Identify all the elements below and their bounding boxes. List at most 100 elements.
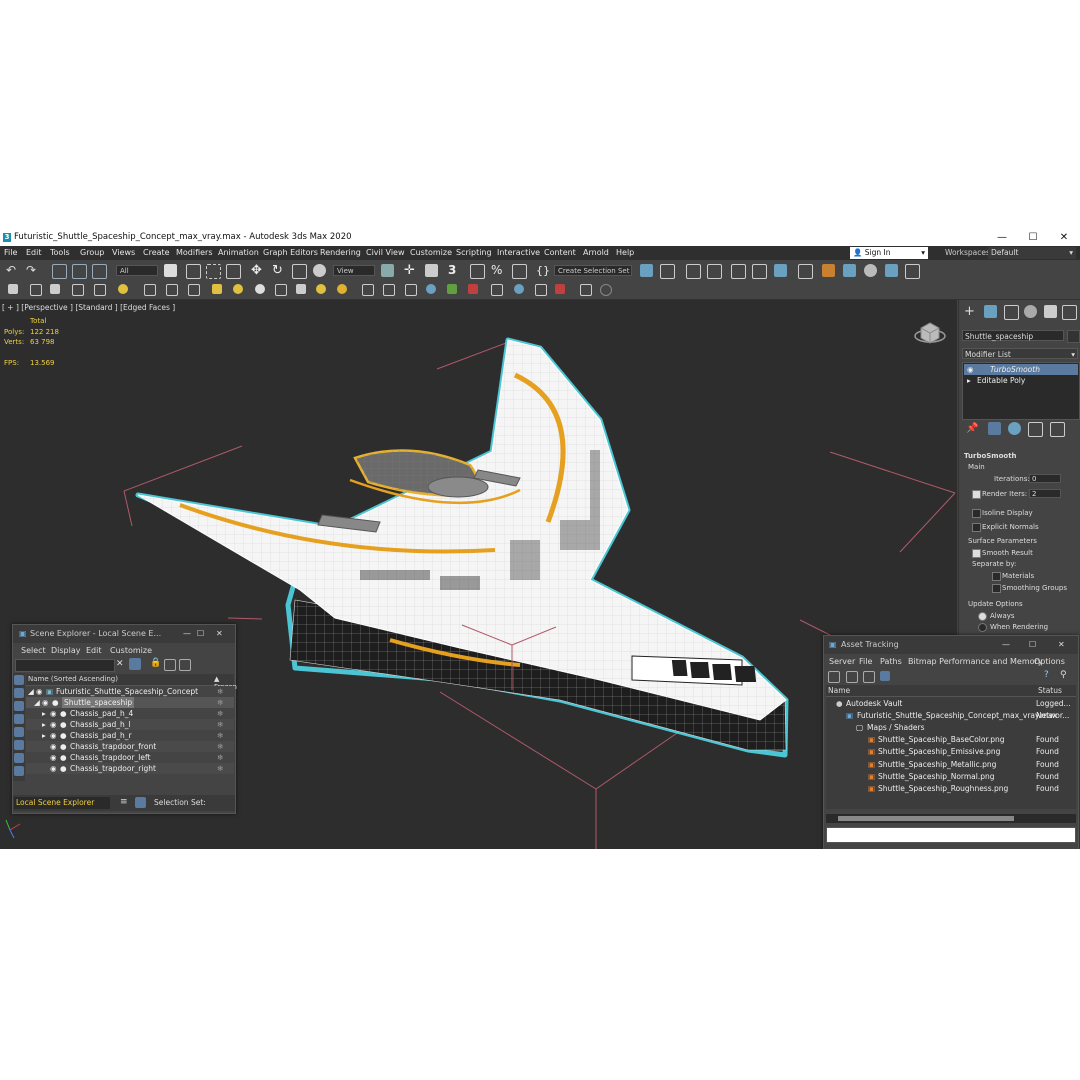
unlink-icon[interactable] <box>72 264 87 279</box>
asset-menu-file[interactable]: File <box>859 657 872 666</box>
render-iterative-icon[interactable] <box>864 264 877 277</box>
eye-icon[interactable]: ◉ <box>36 686 43 697</box>
tree-row[interactable]: ◢ ◉ ● Shuttle_spaceship ❄ <box>26 697 234 708</box>
menu-customize[interactable]: Customize <box>410 248 452 257</box>
vray-decal-icon[interactable] <box>491 284 503 296</box>
asset-row[interactable]: ▣ Shuttle_Spaceship_Emissive.png Found <box>826 746 1076 757</box>
display-xrefs-icon[interactable] <box>14 766 24 776</box>
menu-animation[interactable]: Animation <box>218 248 259 257</box>
vray-plane-icon[interactable] <box>405 284 417 296</box>
iterations-spinner[interactable]: 0 <box>1029 474 1061 483</box>
display-helpers-icon[interactable] <box>14 727 24 737</box>
lock-icon[interactable]: 🔒 <box>150 658 161 668</box>
selection-set-icon[interactable] <box>135 797 146 808</box>
asset-tracking-titlebar[interactable]: ▣ Asset Tracking — ☐ ✕ <box>824 636 1078 654</box>
display-spacewarps-icon[interactable] <box>14 740 24 750</box>
asset-row[interactable]: ▣ Shuttle_Spaceship_Normal.png Found <box>826 771 1076 782</box>
horizontal-scrollbar[interactable] <box>826 814 1076 823</box>
asset-row[interactable]: ▣ Shuttle_Spaceship_Metallic.png Found <box>826 759 1076 770</box>
material-editor-icon[interactable] <box>774 264 787 277</box>
rect-selection-icon[interactable] <box>206 264 221 279</box>
object-color-swatch[interactable] <box>1067 330 1080 343</box>
menu-rendering[interactable]: Rendering <box>320 248 361 257</box>
checkout-icon[interactable] <box>846 671 858 683</box>
freeze-icon[interactable]: ❄ <box>217 708 223 719</box>
close-icon[interactable]: ✕ <box>216 625 223 643</box>
named-selection-dropdown[interactable]: Create Selection Set <box>554 265 632 276</box>
align-icon[interactable] <box>660 264 675 279</box>
move-icon[interactable]: ✥ <box>251 264 264 277</box>
menu-interactive[interactable]: Interactive <box>497 248 540 257</box>
clear-search-icon[interactable]: ✕ <box>116 659 124 669</box>
menu-content[interactable]: Content <box>544 248 576 257</box>
motion-tab-icon[interactable] <box>1024 305 1037 318</box>
percent-snap-icon[interactable]: % <box>491 264 504 277</box>
always-radio[interactable] <box>978 612 987 621</box>
list-view-icon[interactable] <box>880 671 890 681</box>
display-lights-icon[interactable] <box>14 701 24 711</box>
modify-tab-icon[interactable] <box>984 305 997 318</box>
workspaces-dropdown[interactable]: Default ▾ <box>988 247 1076 259</box>
freeform-icon[interactable] <box>30 284 42 296</box>
col-name-header[interactable]: Name <box>828 686 850 695</box>
scene-menu-edit[interactable]: Edit <box>86 646 102 655</box>
help-icon[interactable]: ? <box>1044 670 1049 680</box>
asset-row[interactable]: ● Autodesk Vault Logged... <box>826 698 1076 709</box>
asset-menu-paths[interactable]: Paths <box>880 657 902 666</box>
minimize-icon[interactable]: — <box>1002 636 1010 654</box>
vray-volume-icon[interactable] <box>468 284 478 294</box>
curve-editor-icon[interactable] <box>731 264 746 279</box>
freeze-icon[interactable]: ❄ <box>217 752 223 763</box>
select-object-icon[interactable] <box>164 264 177 277</box>
render-iters-spinner[interactable]: 2 <box>1029 489 1061 498</box>
angle-snap-icon[interactable] <box>470 264 485 279</box>
expand-arrow-icon[interactable]: ▸ <box>42 730 46 741</box>
eye-icon[interactable]: ◉ <box>50 730 57 741</box>
render-setup-icon[interactable] <box>798 264 813 279</box>
redo-icon[interactable]: ↷ <box>26 264 39 277</box>
helper-icon[interactable] <box>166 284 178 296</box>
hierarchy-tab-icon[interactable] <box>1004 305 1019 320</box>
rollout-title[interactable]: TurboSmooth <box>964 452 1017 460</box>
utilities-tab-icon[interactable] <box>1062 305 1077 320</box>
scale-icon[interactable] <box>292 264 307 279</box>
show-end-result-icon[interactable] <box>988 422 1001 435</box>
schematic-view-icon[interactable] <box>752 264 767 279</box>
expand-arrow-icon[interactable]: ▸ <box>967 375 971 386</box>
expand-arrow-icon[interactable]: ▸ <box>42 719 46 730</box>
vray-render-icon[interactable] <box>555 284 565 294</box>
vray-material-icon[interactable] <box>514 284 524 294</box>
expand-arrow-icon[interactable]: ▸ <box>42 708 46 719</box>
checkin-icon[interactable] <box>863 671 875 683</box>
menu-scripting[interactable]: Scripting <box>456 248 492 257</box>
eye-icon[interactable]: ◉ <box>50 719 57 730</box>
menu-create[interactable]: Create <box>143 248 170 257</box>
asset-menu-options[interactable]: Options <box>1034 657 1065 666</box>
hierarchy-icon[interactable] <box>164 659 176 671</box>
scene-menu-customize[interactable]: Customize <box>110 646 152 655</box>
modifier-list-dropdown[interactable]: Modifier List ▾ <box>962 348 1078 359</box>
maximize-button[interactable]: ☐ <box>1018 229 1048 246</box>
place-icon[interactable] <box>313 264 326 277</box>
link-icon[interactable] <box>52 264 67 279</box>
col-status-header[interactable]: Status <box>1038 686 1062 695</box>
remove-modifier-icon[interactable] <box>1028 422 1043 437</box>
vray-ambient-icon[interactable] <box>296 284 306 294</box>
sign-in-button[interactable]: 👤 Sign In ▾ <box>850 247 928 259</box>
vray-sun-icon[interactable] <box>233 284 243 294</box>
tree-row[interactable]: ◉ ● Chassis_trapdoor_front ❄ <box>26 741 234 752</box>
bind-spacewarp-icon[interactable] <box>92 264 107 279</box>
vray-sky-icon[interactable] <box>316 284 326 294</box>
menu-file[interactable]: File <box>4 248 17 257</box>
when-rendering-radio[interactable] <box>978 623 987 632</box>
col-name-header[interactable]: Name (Sorted Ascending) <box>28 675 118 683</box>
menu-tools[interactable]: Tools <box>50 248 70 257</box>
vray-proxy-icon[interactable] <box>383 284 395 296</box>
keyboard-shortcut-icon[interactable] <box>425 264 438 277</box>
asset-menu-server[interactable]: Server <box>829 657 855 666</box>
menu-edit[interactable]: Edit <box>26 248 42 257</box>
filter-icon[interactable] <box>129 658 141 670</box>
collapse-arrow-icon[interactable]: ◢ <box>28 686 34 697</box>
freeze-icon[interactable]: ❄ <box>217 686 223 697</box>
display-geometry-icon[interactable] <box>14 675 24 685</box>
